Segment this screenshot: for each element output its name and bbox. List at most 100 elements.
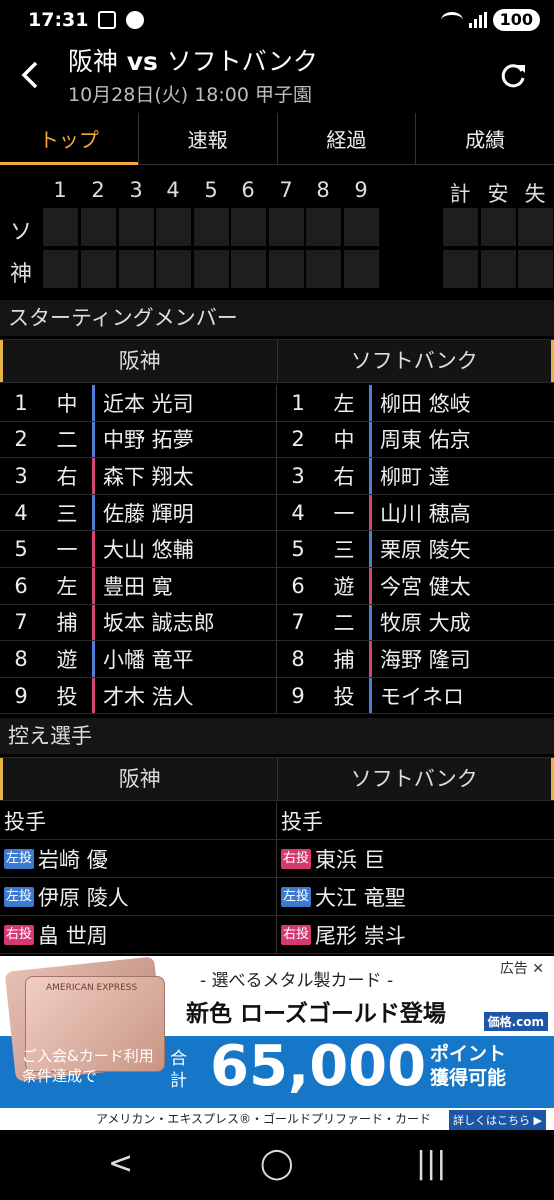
- score-cell: [231, 208, 266, 246]
- home-batter[interactable]: 6 左豊田 寛: [0, 567, 277, 604]
- player-name: 大山 悠輔: [92, 531, 276, 567]
- player-name: 岩崎 優: [38, 847, 108, 872]
- home-pitcher-label: 投手: [0, 802, 277, 839]
- away-batter[interactable]: 9 投モイネロ: [277, 677, 554, 714]
- away-reserve-pitcher[interactable]: 右投 東浜 巨: [277, 840, 554, 877]
- baseball-icon: [126, 11, 145, 29]
- home-batter[interactable]: 1 中近本 光司: [0, 385, 277, 421]
- starting-away-team: ソフトバンク: [278, 340, 554, 382]
- back-arrow-icon[interactable]: [18, 60, 42, 90]
- refresh-icon[interactable]: [498, 60, 528, 90]
- home-batter[interactable]: 5 一大山 悠輔: [0, 531, 277, 567]
- ad-points: ポイント 獲得可能: [430, 1042, 506, 1090]
- score-cell: [443, 250, 478, 288]
- inning-header-4: 4: [166, 178, 180, 202]
- score-cell: [81, 208, 116, 246]
- away-batter[interactable]: 3 右柳町 達: [277, 458, 554, 494]
- ad-condition-1: ご入会&カード利用: [22, 1047, 154, 1065]
- lineup-row: 5 一大山 悠輔 5 三栗原 陵矢: [0, 531, 554, 568]
- nav-back-icon[interactable]: <: [108, 1146, 133, 1181]
- home-reserve-pitcher[interactable]: 左投 伊原 陵人: [0, 878, 277, 915]
- inning-header-1: 1: [53, 178, 67, 202]
- field-position: 中: [333, 428, 355, 453]
- batting-order: 5: [291, 537, 305, 562]
- player-name: 柳田 悠岐: [369, 385, 554, 421]
- wifi-icon: [440, 12, 463, 28]
- throw-hand-badge: 左投: [4, 848, 35, 869]
- tab-progress[interactable]: 経過: [278, 113, 417, 164]
- score-cell: [306, 250, 341, 288]
- reserves-home-team: 阪神: [0, 758, 278, 800]
- vs-label: vs: [118, 47, 167, 76]
- inning-header-9: 9: [354, 178, 368, 202]
- home-batter[interactable]: 9 投才木 浩人: [0, 677, 277, 714]
- away-batter[interactable]: 4 一山川 穂高: [277, 494, 554, 531]
- total-header-1: 計: [449, 182, 471, 206]
- tab-stats[interactable]: 成績: [416, 113, 554, 164]
- home-batter[interactable]: 3 右森下 翔太: [0, 458, 277, 494]
- ad-details-button[interactable]: 詳しくはこちら ▶: [449, 1110, 546, 1130]
- nav-home-icon[interactable]: ◯: [260, 1146, 294, 1181]
- player-name: 坂本 誠志郎: [92, 604, 276, 641]
- ad-banner[interactable]: AMERICAN EXPRESS - 選べるメタル製カード - 新色 ローズゴー…: [0, 956, 554, 1130]
- lineup-row: 3 右森下 翔太 3 右柳町 達: [0, 458, 554, 495]
- throw-hand-badge: 左投: [4, 886, 35, 907]
- away-batter[interactable]: 7 二牧原 大成: [277, 604, 554, 641]
- home-team-name: 阪神: [68, 47, 119, 76]
- scoreboard-team-1: ソ: [10, 220, 33, 245]
- batting-order: 8: [291, 646, 305, 671]
- batting-order: 2: [14, 427, 28, 452]
- batting-order: 1: [291, 390, 305, 415]
- home-batter[interactable]: 8 遊小幡 竜平: [0, 641, 277, 677]
- ad-condition-2: 条件達成で: [22, 1067, 98, 1085]
- home-batter[interactable]: 7 捕坂本 誠志郎: [0, 604, 277, 641]
- field-position: 投: [333, 684, 355, 709]
- starting-members-heading: スターティングメンバー: [0, 300, 554, 336]
- away-batter[interactable]: 5 三栗原 陵矢: [277, 531, 554, 567]
- field-position: 一: [333, 501, 355, 526]
- field-position: 捕: [56, 611, 78, 636]
- score-cell: [518, 250, 553, 288]
- score-cell: [306, 208, 341, 246]
- away-batter[interactable]: 6 遊今宮 健太: [277, 567, 554, 604]
- app-header: 阪神 vs ソフトバンク 10月28日(火) 18:00 甲子園: [0, 40, 554, 110]
- ad-points-1: ポイント: [430, 1043, 507, 1065]
- ad-headline-1: - 選べるメタル製カード -: [200, 971, 394, 991]
- home-batter[interactable]: 4 三佐藤 輝明: [0, 494, 277, 531]
- inning-header-6: 6: [241, 178, 255, 202]
- field-position: 右: [333, 464, 355, 489]
- away-reserve-pitcher[interactable]: 左投 大江 竜聖: [277, 878, 554, 915]
- throw-hand-badge: 右投: [281, 924, 312, 945]
- ad-label-text: 広告: [499, 961, 528, 977]
- tab-top[interactable]: トップ: [0, 113, 139, 165]
- field-position: 二: [56, 428, 78, 453]
- signal-icon: [468, 12, 487, 28]
- batting-order: 7: [14, 610, 28, 635]
- lineup-row: 8 遊小幡 竜平 8 捕海野 隆司: [0, 641, 554, 678]
- home-reserve-pitcher[interactable]: 左投 岩崎 優: [0, 840, 277, 877]
- field-position: 右: [56, 464, 78, 489]
- score-cell: [344, 208, 379, 246]
- away-batter[interactable]: 8 捕海野 隆司: [277, 641, 554, 677]
- player-name: 栗原 陵矢: [369, 531, 554, 567]
- home-batter[interactable]: 2 二中野 拓夢: [0, 421, 277, 458]
- away-reserve-pitcher[interactable]: 右投 尾形 崇斗: [277, 916, 554, 953]
- field-position: 二: [333, 611, 355, 636]
- player-name: 尾形 崇斗: [315, 923, 406, 948]
- score-cell: [481, 250, 516, 288]
- away-batter[interactable]: 2 中周東 佑京: [277, 421, 554, 458]
- batting-order: 4: [14, 500, 28, 525]
- pitcher-label-row: 投手 投手: [0, 802, 554, 840]
- home-reserve-pitcher[interactable]: 右投畠 世周: [0, 916, 277, 953]
- score-cell: [194, 208, 229, 246]
- close-icon[interactable]: ✕: [532, 961, 544, 977]
- card-brand: AMERICAN EXPRESS: [46, 983, 138, 993]
- reserves-team-header: 阪神 ソフトバンク: [0, 757, 554, 801]
- reserves-away-team: ソフトバンク: [278, 758, 554, 800]
- nav-recents-icon[interactable]: |||: [416, 1146, 446, 1181]
- field-position: 三: [56, 501, 78, 526]
- tab-live[interactable]: 速報: [139, 113, 278, 164]
- away-batter[interactable]: 1 左柳田 悠岐: [277, 385, 554, 421]
- ad-label[interactable]: 広告 ✕: [495, 958, 548, 978]
- ad-site-logo: 価格.com: [483, 1012, 548, 1031]
